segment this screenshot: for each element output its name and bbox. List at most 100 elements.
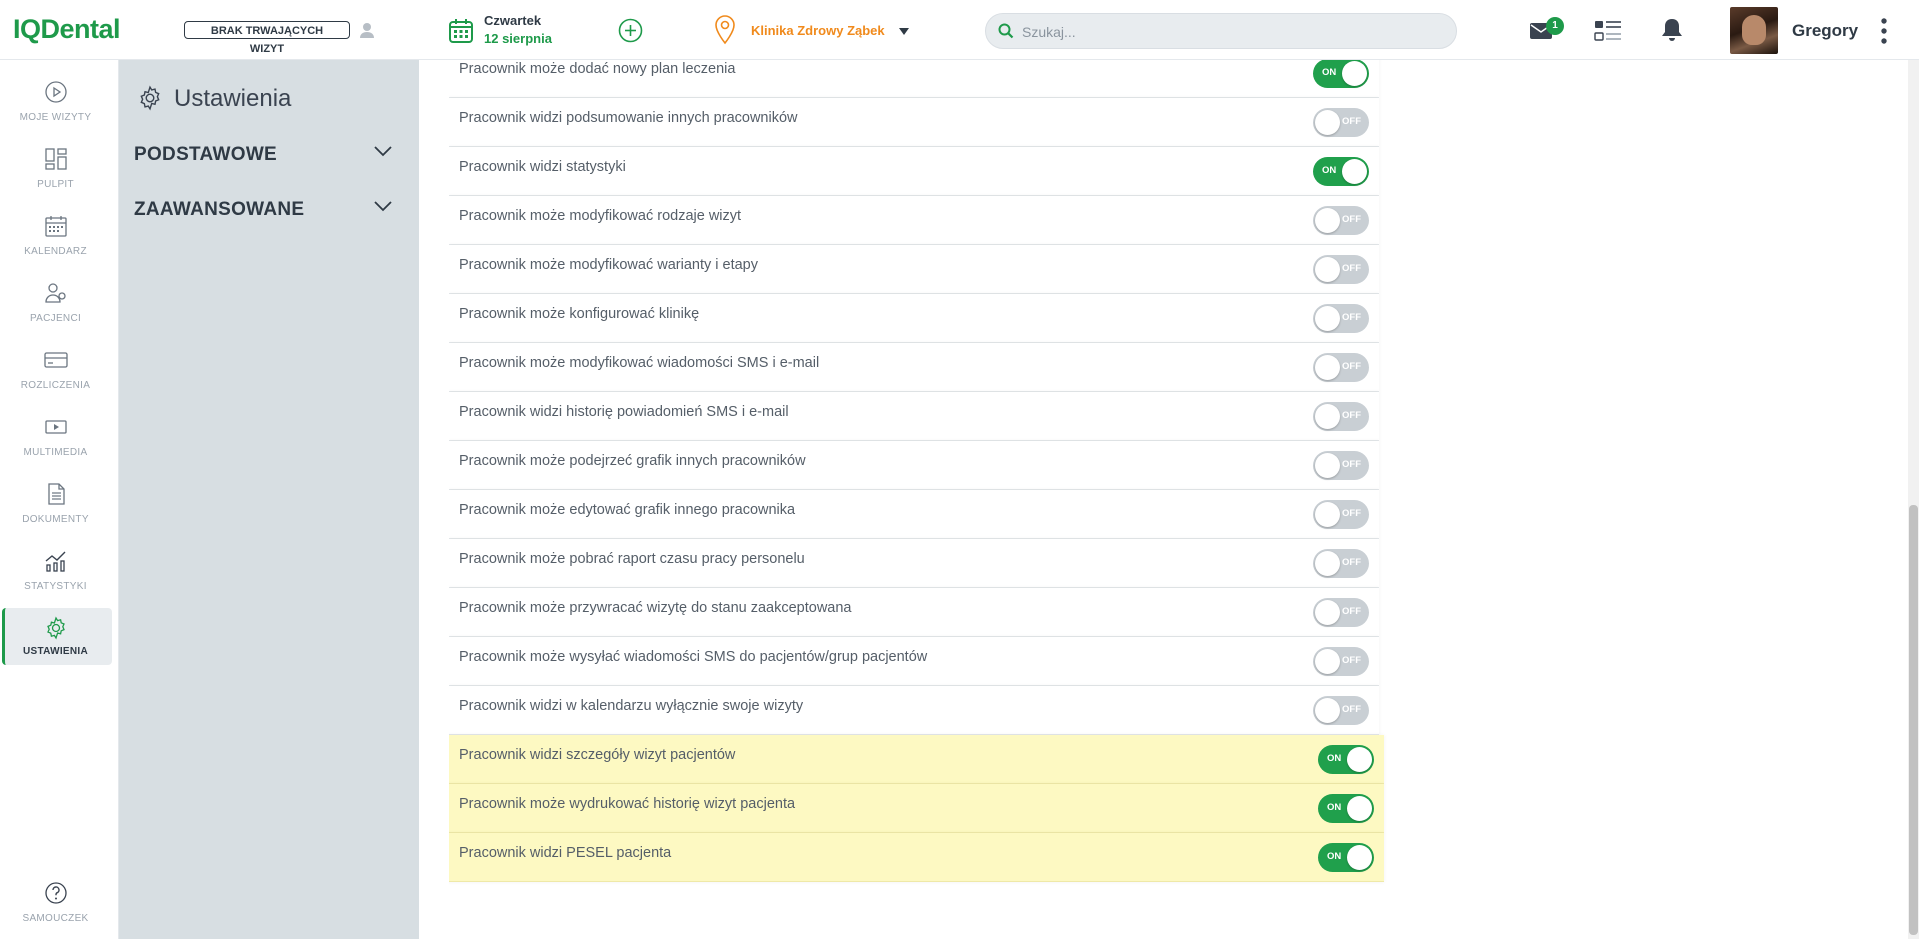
toggle-state-label: OFF <box>1342 361 1361 372</box>
no-active-visits-button[interactable]: BRAK TRWAJĄCYCH WIZYT <box>184 21 350 55</box>
nav-item-calendar[interactable]: KALENDARZ <box>2 210 109 266</box>
clinic-selector[interactable]: Klinika Zdrowy Ząbek <box>751 23 885 38</box>
nav-item-label: DOKUMENTY <box>22 514 89 525</box>
nav-item-patients[interactable]: PACJENCI <box>2 277 109 333</box>
permission-toggle[interactable]: OFF <box>1313 304 1369 333</box>
nav-item-help[interactable]: SAMOUCZEK <box>2 877 109 933</box>
toggle-state-label: OFF <box>1342 312 1361 323</box>
avatar-face <box>1742 15 1766 45</box>
toggle-state-label: ON <box>1327 802 1342 813</box>
permission-label: Pracownik może modyfikować wiadomości SM… <box>459 355 820 371</box>
permission-toggle[interactable]: OFF <box>1313 451 1369 480</box>
patients-icon <box>45 283 66 303</box>
permission-row: Pracownik może modyfikować wiadomości SM… <box>449 343 1379 392</box>
current-day-name: Czwartek <box>484 13 542 28</box>
permission-toggle[interactable]: OFF <box>1313 255 1369 284</box>
toggle-state-label: OFF <box>1342 263 1361 274</box>
stats-icon <box>45 551 66 572</box>
permission-toggle[interactable]: OFF <box>1313 696 1369 725</box>
permission-label: Pracownik może pobrać raport czasu pracy… <box>459 551 805 567</box>
toggle-state-label: OFF <box>1342 410 1361 421</box>
user-icon[interactable] <box>358 21 376 39</box>
toggle-knob <box>1315 257 1340 282</box>
add-visit-icon[interactable] <box>618 18 643 43</box>
left-navigation: MOJE WIZYTY PULPIT KALENDARZ PACJENCI RO… <box>0 60 119 939</box>
permission-toggle[interactable]: ON <box>1313 60 1369 88</box>
permission-toggle[interactable]: ON <box>1313 157 1369 186</box>
section-label: ZAAWANSOWANE <box>134 199 305 220</box>
permissions-list: Pracownik może modyfikować diagram pacje… <box>449 60 1389 939</box>
permission-toggle[interactable]: OFF <box>1313 647 1369 676</box>
chevron-down-icon <box>374 201 392 212</box>
nav-item-label: PULPIT <box>37 179 74 190</box>
location-pin-icon <box>715 15 735 45</box>
permission-row: Pracownik widzi historię powiadomień SMS… <box>449 392 1379 441</box>
permission-row: Pracownik może edytować grafik innego pr… <box>449 490 1379 539</box>
permission-toggle[interactable]: OFF <box>1313 206 1369 235</box>
task-list-icon[interactable] <box>1594 19 1622 43</box>
caret-down-icon[interactable] <box>898 26 910 36</box>
calendar-icon <box>45 216 67 237</box>
permission-label: Pracownik widzi podsumowanie innych prac… <box>459 110 798 126</box>
permission-label: Pracownik widzi w kalendarzu wyłącznie s… <box>459 698 804 714</box>
toggle-state-label: OFF <box>1342 508 1361 519</box>
permission-toggle[interactable]: ON <box>1318 794 1374 823</box>
current-date[interactable]: 12 sierpnia <box>484 31 552 46</box>
bell-icon[interactable] <box>1660 17 1684 43</box>
main-content: Pracownik może modyfikować diagram pacje… <box>419 60 1899 939</box>
permission-row: Pracownik może wydrukować historię wizyt… <box>449 784 1384 833</box>
toggle-knob <box>1315 502 1340 527</box>
nav-item-settings[interactable]: USTAWIENIA <box>2 608 112 665</box>
help-icon <box>45 882 67 904</box>
avatar[interactable] <box>1730 7 1778 54</box>
permission-toggle[interactable]: OFF <box>1313 500 1369 529</box>
nav-item-label: MULTIMEDIA <box>23 447 88 458</box>
nav-item-documents[interactable]: DOKUMENTY <box>2 478 109 534</box>
gear-icon <box>47 616 65 640</box>
scrollbar-thumb[interactable] <box>1909 505 1918 935</box>
section-label: PODSTAWOWE <box>134 144 278 165</box>
toggle-state-label: ON <box>1322 67 1337 78</box>
document-icon <box>48 483 65 505</box>
permission-label: Pracownik widzi szczegóły wizyt pacjentó… <box>459 747 736 763</box>
search-icon <box>998 23 1014 39</box>
permission-toggle[interactable]: OFF <box>1313 402 1369 431</box>
toggle-state-label: ON <box>1327 753 1342 764</box>
permission-toggle[interactable]: OFF <box>1313 549 1369 578</box>
nav-item-label: KALENDARZ <box>24 246 87 257</box>
permission-toggle[interactable]: OFF <box>1313 108 1369 137</box>
app-logo[interactable]: IQDental <box>13 14 121 45</box>
permission-toggle[interactable]: OFF <box>1313 598 1369 627</box>
search-box <box>985 13 1457 50</box>
section-advanced[interactable]: ZAAWANSOWANE <box>134 195 404 225</box>
section-basic[interactable]: PODSTAWOWE <box>134 140 404 170</box>
permission-toggle[interactable]: OFF <box>1313 353 1369 382</box>
toggle-state-label: ON <box>1327 851 1342 862</box>
card-icon <box>44 352 68 368</box>
permission-label: Pracownik może dodać nowy plan leczenia <box>459 61 736 77</box>
nav-item-statistics[interactable]: STATYSTYKI <box>2 545 109 601</box>
search-input[interactable] <box>1020 14 1444 50</box>
more-menu-icon[interactable] <box>1880 17 1888 45</box>
permission-toggle[interactable]: ON <box>1318 843 1374 872</box>
nav-item-my-visits[interactable]: MOJE WIZYTY <box>2 76 109 132</box>
dashboard-icon <box>45 148 67 170</box>
permission-row: Pracownik widzi PESEL pacjenta ON <box>449 833 1384 882</box>
toggle-knob <box>1315 208 1340 233</box>
toggle-knob <box>1315 404 1340 429</box>
permission-row: Pracownik widzi statystyki ON <box>449 147 1379 196</box>
permission-row: Pracownik widzi szczegóły wizyt pacjentó… <box>449 735 1384 784</box>
toggle-knob <box>1347 845 1372 870</box>
permission-row: Pracownik może konfigurować klinikę OFF <box>449 294 1379 343</box>
permission-label: Pracownik może edytować grafik innego pr… <box>459 502 796 518</box>
nav-item-billing[interactable]: ROZLICZENIA <box>2 344 109 400</box>
mail-count-badge: 1 <box>1546 17 1564 35</box>
permission-toggle[interactable]: ON <box>1318 745 1374 774</box>
permission-label: Pracownik może wysyłać wiadomości SMS do… <box>459 649 928 665</box>
calendar-icon[interactable] <box>448 18 474 44</box>
username[interactable]: Gregory <box>1792 21 1858 41</box>
nav-item-multimedia[interactable]: MULTIMEDIA <box>2 411 109 467</box>
toggle-knob <box>1315 649 1340 674</box>
nav-item-dashboard[interactable]: PULPIT <box>2 143 109 199</box>
toggle-knob <box>1347 747 1372 772</box>
